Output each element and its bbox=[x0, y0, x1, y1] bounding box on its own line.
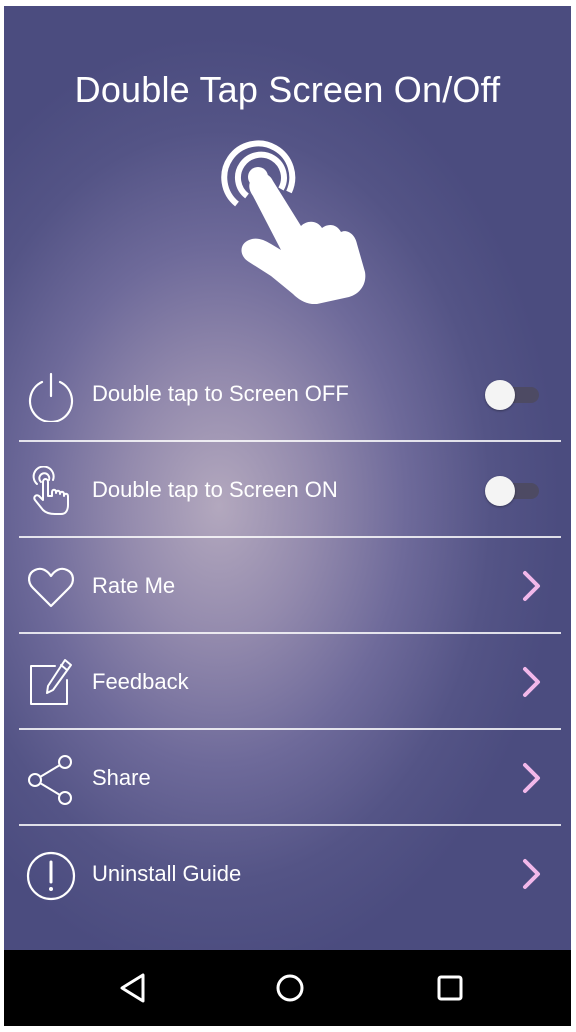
menu-row-rate-me[interactable]: Rate Me bbox=[19, 538, 561, 634]
menu-label-feedback: Feedback bbox=[92, 669, 189, 694]
toggle-thumb bbox=[485, 476, 515, 506]
double-tap-hand-icon bbox=[221, 140, 366, 304]
chevron-right-icon bbox=[523, 763, 540, 793]
toggle-thumb bbox=[485, 380, 515, 410]
home-icon[interactable] bbox=[272, 970, 308, 1006]
recents-icon[interactable] bbox=[432, 970, 468, 1006]
settings-menu: Double tap to Screen OFF Double tap to S… bbox=[19, 346, 561, 922]
heart-icon bbox=[28, 567, 74, 608]
menu-label-uninstall-guide: Uninstall Guide bbox=[92, 861, 242, 886]
back-icon[interactable] bbox=[116, 970, 152, 1006]
app-title: Double Tap Screen On/Off bbox=[74, 69, 501, 110]
menu-label-screen-off: Double tap to Screen OFF bbox=[92, 381, 349, 406]
edit-icon bbox=[30, 659, 72, 705]
screen-off-toggle[interactable] bbox=[485, 380, 541, 410]
info-exclamation-icon bbox=[26, 851, 76, 901]
chevron-right-icon bbox=[523, 859, 540, 889]
menu-row-screen-on[interactable]: Double tap to Screen ON bbox=[19, 442, 561, 538]
share-icon bbox=[28, 755, 72, 805]
tap-hand-icon bbox=[32, 466, 69, 515]
power-icon bbox=[28, 372, 74, 422]
menu-label-share: Share bbox=[92, 765, 151, 790]
menu-label-screen-on: Double tap to Screen ON bbox=[92, 477, 338, 502]
menu-row-feedback[interactable]: Feedback bbox=[19, 634, 561, 730]
chevron-right-icon bbox=[523, 667, 540, 697]
chevron-right-icon bbox=[523, 571, 540, 601]
menu-label-rate-me: Rate Me bbox=[92, 573, 176, 598]
screen-on-toggle[interactable] bbox=[485, 476, 541, 506]
menu-row-share[interactable]: Share bbox=[19, 730, 561, 826]
menu-row-screen-off[interactable]: Double tap to Screen OFF bbox=[19, 346, 561, 442]
app-screen: Double Tap Screen On/Off Double tap to S… bbox=[4, 6, 571, 950]
system-navigation-bar bbox=[4, 950, 571, 1026]
menu-row-uninstall-guide[interactable]: Uninstall Guide bbox=[19, 826, 561, 922]
